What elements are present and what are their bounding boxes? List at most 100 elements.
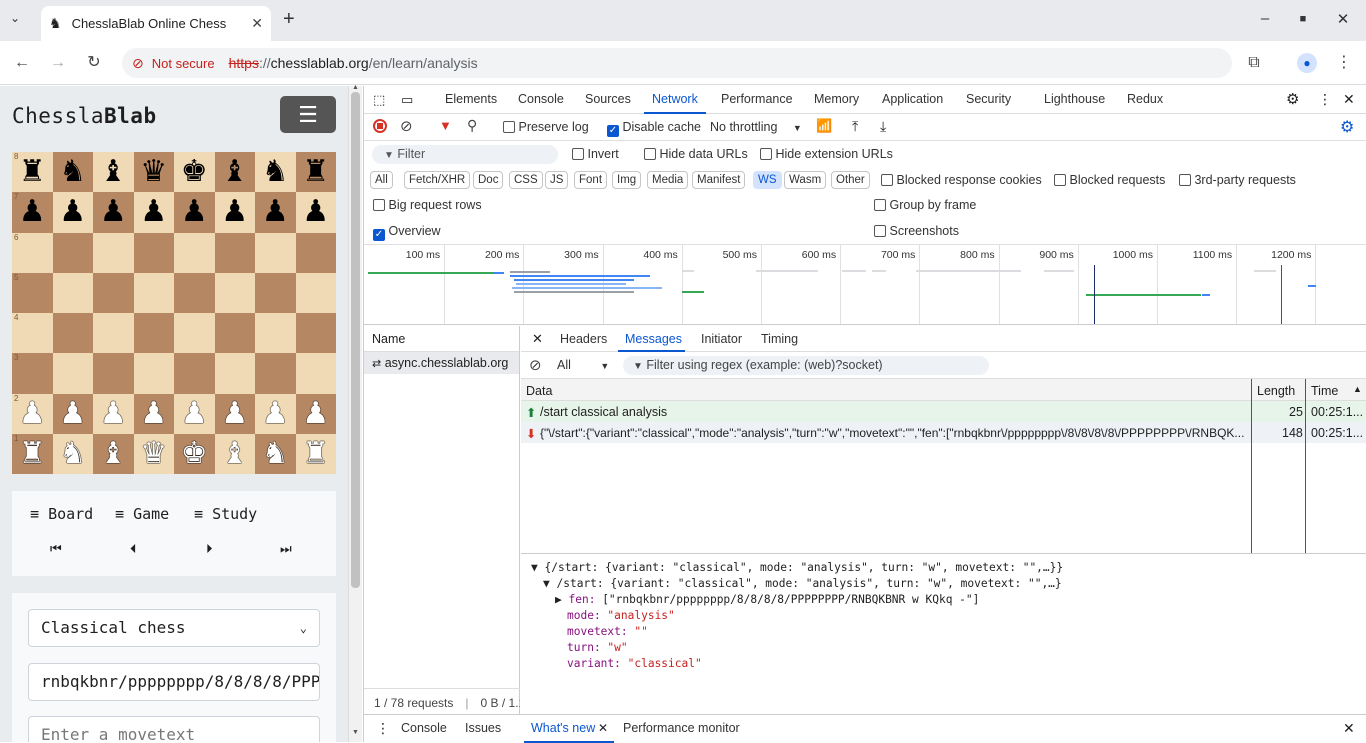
white-piece[interactable]: ♝ [100,438,127,469]
board-square[interactable] [214,353,255,394]
board-square[interactable]: ♟ [295,192,336,233]
extensions-icon[interactable]: ⧉ [1244,53,1264,73]
white-piece[interactable]: ♜ [19,438,46,469]
board-square[interactable]: ♟ [93,393,134,434]
white-piece[interactable]: ♟ [221,398,248,429]
black-piece[interactable]: ♞ [59,157,86,187]
drawer-menu-icon[interactable]: ⋮ [376,720,390,737]
board-square[interactable] [295,232,336,273]
board-square[interactable] [295,272,336,313]
close-detail-icon[interactable]: ✕ [532,331,543,347]
warning-icon[interactable]: ⊘ [132,55,144,72]
drawer-tab-issues[interactable]: Issues [465,721,501,735]
board-square[interactable]: ♟ [52,192,93,233]
board-square[interactable] [255,272,296,313]
maximize-icon[interactable]: ■ [1293,13,1313,25]
detail-tab-timing[interactable]: Timing [761,332,798,346]
close-window-icon[interactable]: ✕ [1333,10,1353,28]
board-square[interactable] [214,313,255,354]
board-square[interactable]: ♟ [133,192,174,233]
board-square[interactable]: ♜ [295,152,336,193]
col-data-header[interactable]: Data [526,384,552,398]
white-piece[interactable]: ♟ [19,398,46,429]
white-piece[interactable]: ♚ [181,438,208,469]
devtools-kebab-icon[interactable]: ⋮ [1318,91,1332,108]
tab-search-icon[interactable]: ⌄ [10,11,20,25]
game-menu[interactable]: ≡ Game [115,505,169,523]
board-square[interactable]: ♝ [93,152,134,193]
json-fen-line[interactable]: ▶ fen: ["rnbqkbnr/pppppppp/8/8/8/8/PPPPP… [555,593,979,606]
board-square[interactable]: ♟ [255,393,296,434]
tab-redux[interactable]: Redux [1127,92,1163,106]
board-square[interactable]: ♟ [93,192,134,233]
board-square[interactable] [52,353,93,394]
board-square[interactable]: ♞ [255,152,296,193]
blocked-response-cookies-checkbox[interactable]: Blocked response cookies [881,173,1042,187]
column-divider[interactable] [1305,379,1306,553]
board-square[interactable] [133,272,174,313]
tab-performance[interactable]: Performance [721,92,793,106]
board-square[interactable] [133,232,174,273]
board-square[interactable]: ♟ [214,393,255,434]
clear-messages-icon[interactable]: ⊘ [529,356,542,374]
tab-elements[interactable]: Elements [445,92,497,106]
board-square[interactable] [295,353,336,394]
board-square[interactable] [174,313,215,354]
import-har-icon[interactable]: ⤒ [852,118,858,135]
message-type-select[interactable]: All ▼ [557,358,609,372]
board-square[interactable]: 8 ♜ [12,152,53,193]
type-all[interactable]: All [370,171,393,189]
board-square[interactable]: ♟ [52,393,93,434]
white-piece[interactable]: ♟ [302,398,329,429]
hamburger-menu-button[interactable]: ☰ [280,96,336,133]
black-piece[interactable]: ♜ [302,157,329,187]
scrollbar-thumb[interactable] [351,92,360,588]
board-square[interactable]: ♚ [174,433,215,474]
board-square[interactable]: 1 ♜ [12,433,53,474]
type-manifest[interactable]: Manifest [692,171,746,189]
message-row-sent[interactable]: ⬆ /start classical analysis 25 00:25:1..… [521,401,1366,422]
settings-gear-icon[interactable]: ⚙ [1286,90,1299,108]
black-piece[interactable]: ♛ [140,157,167,187]
new-tab-button[interactable]: + [283,8,295,31]
filter-input[interactable]: ▼ Filter [372,145,558,164]
board-square[interactable]: ♛ [133,152,174,193]
black-piece[interactable]: ♟ [181,197,208,227]
type-wasm[interactable]: Wasm [784,171,827,189]
menu-kebab-icon[interactable]: ⋮ [1334,53,1354,73]
col-time-header[interactable]: Time [1311,384,1338,398]
fen-input[interactable]: rnbqkbnr/pppppppp/8/8/8/8/PPPPPPPP/RNBQK… [28,663,320,701]
white-piece[interactable]: ♞ [262,438,289,469]
white-piece[interactable]: ♞ [59,438,86,469]
minimize-icon[interactable]: – [1255,10,1275,27]
type-other[interactable]: Other [831,171,870,189]
clear-icon[interactable]: ⊘ [400,117,413,135]
scroll-up-icon[interactable]: ▲ [352,84,359,91]
disable-cache-checkbox[interactable]: ✓ Disable cache [607,120,701,137]
tab-network[interactable]: Network [652,92,698,106]
page-scrollbar[interactable]: ▲ ▼ [348,84,362,742]
black-piece[interactable]: ♚ [181,157,208,187]
board-square[interactable]: ♟ [133,393,174,434]
json-start-line[interactable]: ▼ /start: {variant: "classical", mode: "… [543,577,1062,590]
board-square[interactable]: ♟ [255,192,296,233]
throttling-select[interactable]: No throttling ▼ [710,120,802,134]
col-length-header[interactable]: Length [1257,384,1295,398]
board-square[interactable] [214,272,255,313]
board-square[interactable]: 4 [12,313,53,354]
board-square[interactable] [52,272,93,313]
board-square[interactable]: 2 ♟ [12,393,53,434]
board-square[interactable] [133,313,174,354]
message-row-received[interactable]: ⬇ {"\/start":{"variant":"classical","mod… [521,422,1366,443]
board-square[interactable] [93,353,134,394]
last-move-icon[interactable]: ⏭ [280,541,292,557]
white-piece[interactable]: ♟ [100,398,127,429]
tab-console[interactable]: Console [518,92,564,106]
first-move-icon[interactable]: ⏮ [50,541,62,557]
forward-icon[interactable]: → [48,53,68,73]
board-square[interactable]: ♟ [174,192,215,233]
white-piece[interactable]: ♟ [59,398,86,429]
screenshots-checkbox[interactable]: Screenshots [874,224,959,238]
export-har-icon[interactable]: ⤓ [880,118,886,135]
black-piece[interactable]: ♟ [302,197,329,227]
